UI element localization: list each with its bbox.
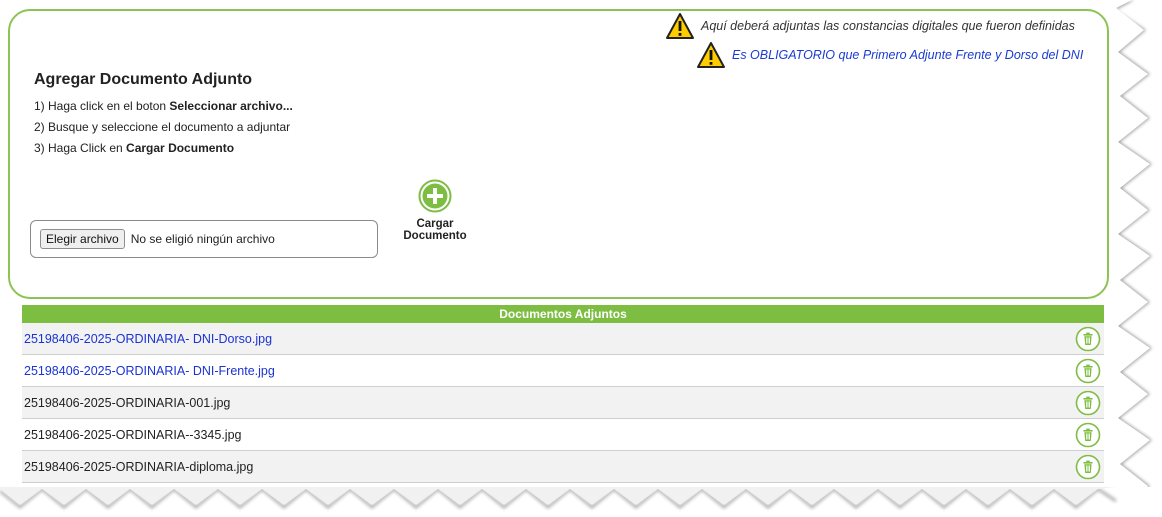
instructions-list: 1) Haga click en el boton Seleccionar ar… [34,96,293,159]
document-name: 25198406-2025-ORDINARIA-001.jpg [22,386,1072,419]
document-link[interactable]: 25198406-2025-ORDINARIA- DNI-Dorso.jpg [24,332,272,346]
warning-text: Es OBLIGATORIO que Primero Adjunte Frent… [732,48,1084,62]
trash-icon[interactable] [1075,390,1101,416]
upload-panel: Aquí deberá adjuntas las constancias dig… [8,9,1109,299]
table-row: 25198406-2025-ORDINARIA-diploma.jpg [22,450,1104,483]
table-row: 25198406-2025-ORDINARIA--3345.jpg [22,418,1104,451]
warning-dni-required: Es OBLIGATORIO que Primero Adjunte Frent… [696,41,1083,69]
instruction-step: 1) Haga click en el boton Seleccionar ar… [34,99,293,113]
page-title: Agregar Documento Adjunto [34,71,253,88]
document-name: 25198406-2025-ORDINARIA-diploma.jpg [22,450,1072,483]
torn-edge-right [1116,0,1152,517]
file-input[interactable]: Elegir archivo No se eligió ningún archi… [30,220,378,258]
upload-label: Cargar Documento [403,218,467,242]
documents-table: Documentos Adjuntos 25198406-2025-ORDINA… [22,305,1104,483]
document-link[interactable]: 25198406-2025-ORDINARIA- DNI-Frente.jpg [24,364,275,378]
trash-icon[interactable] [1075,422,1101,448]
plus-circle-icon[interactable] [418,179,452,213]
upload-document-button[interactable]: Cargar Documento [395,179,475,242]
choose-file-button[interactable]: Elegir archivo [40,229,125,249]
warning-digital-constancias: Aquí deberá adjuntas las constancias dig… [665,12,1075,40]
file-status-text: No se eligió ningún archivo [130,232,275,246]
table-row: 25198406-2025-ORDINARIA- DNI-Frente.jpg [22,354,1104,387]
table-row: 25198406-2025-ORDINARIA- DNI-Dorso.jpg [22,323,1104,355]
instruction-step: 3) Haga Click en Cargar Documento [34,141,235,155]
document-name: 25198406-2025-ORDINARIA--3345.jpg [22,418,1072,451]
trash-icon[interactable] [1075,326,1101,352]
table-row: 25198406-2025-ORDINARIA-001.jpg [22,386,1104,419]
instruction-step: 2) Busque y seleccione el documento a ad… [34,120,291,134]
trash-icon[interactable] [1075,454,1101,480]
warning-text: Aquí deberá adjuntas las constancias dig… [701,19,1075,33]
trash-icon[interactable] [1075,358,1101,384]
warning-triangle-icon [666,13,694,39]
warning-triangle-icon [697,42,725,68]
torn-edge-bottom [0,487,1162,517]
table-header: Documentos Adjuntos [22,305,1104,323]
